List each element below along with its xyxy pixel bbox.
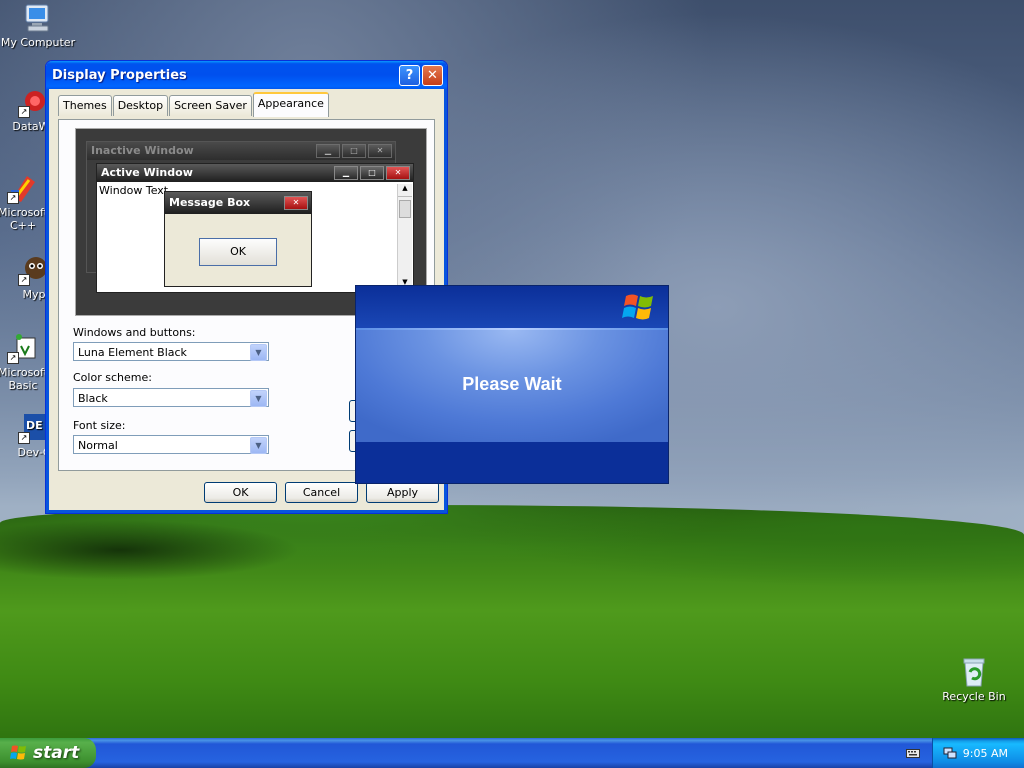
my-computer-icon: [22, 2, 54, 34]
system-tray: 9:05 AM: [932, 738, 1024, 768]
scroll-up-icon: ▲: [398, 184, 412, 197]
color-scheme-value: Black: [78, 392, 108, 405]
color-scheme-select[interactable]: Black ▼: [73, 388, 269, 407]
maximize-icon: □: [342, 144, 366, 158]
windows-and-buttons-label: Windows and buttons:: [73, 326, 196, 339]
chevron-down-icon[interactable]: ▼: [250, 390, 267, 407]
color-scheme-label: Color scheme:: [73, 371, 152, 384]
active-caption-buttons: ▁ □ ✕: [334, 166, 410, 180]
start-label: start: [33, 743, 80, 763]
message-box-title-bar: Message Box ✕: [165, 192, 311, 214]
font-size-label: Font size:: [73, 419, 126, 432]
message-box-title: Message Box: [169, 196, 251, 209]
taskbar: start 9:05 AM: [0, 738, 1024, 768]
chevron-down-icon[interactable]: ▼: [250, 437, 267, 454]
please-wait-dialog: Please Wait: [355, 285, 669, 484]
visual-basic-icon: ↗: [7, 332, 39, 364]
cancel-button[interactable]: Cancel: [285, 482, 358, 503]
windows-flag-icon: [10, 745, 26, 760]
active-title: Active Window: [101, 166, 193, 179]
desktop-icon-recycle-bin[interactable]: Recycle Bin: [936, 656, 1012, 703]
inactive-caption-buttons: ▁ □ ✕: [316, 144, 392, 158]
tab-appearance[interactable]: Appearance: [252, 92, 329, 117]
keyboard-icon[interactable]: [906, 747, 920, 759]
shortcut-arrow-icon: ↗: [18, 432, 30, 444]
close-icon: ✕: [284, 196, 308, 210]
clock[interactable]: 9:05 AM: [963, 747, 1008, 760]
please-wait-footer: [356, 442, 668, 483]
windows-logo-icon: [622, 294, 653, 320]
svg-text:DE: DE: [26, 419, 43, 432]
network-icon[interactable]: [943, 746, 957, 760]
close-icon: ✕: [368, 144, 392, 158]
wallpaper-shadow: [0, 520, 300, 580]
minimize-icon: ▁: [334, 166, 358, 180]
window-titlebar[interactable]: Display Properties: [46, 61, 447, 89]
help-button[interactable]: ?: [399, 65, 420, 86]
minimize-icon: ▁: [316, 144, 340, 158]
font-size-select[interactable]: Normal ▼: [73, 435, 269, 454]
ok-button[interactable]: OK: [204, 482, 277, 503]
message-box-caption-buttons: ✕: [284, 196, 308, 210]
tab-screen-saver[interactable]: Screen Saver: [169, 95, 252, 116]
desktop-icon-label: Recycle Bin: [942, 690, 1006, 703]
tab-desktop[interactable]: Desktop: [112, 95, 169, 116]
window-title: Display Properties: [52, 67, 187, 83]
inactive-title: Inactive Window: [91, 144, 194, 157]
tab-strip: Themes Desktop Screen Saver Appearance: [58, 92, 330, 117]
scroll-thumb: [399, 200, 411, 218]
apply-button[interactable]: Apply: [366, 482, 439, 503]
windows-and-buttons-select[interactable]: Luna Element Black ▼: [73, 342, 269, 361]
please-wait-header: [356, 286, 668, 328]
start-button[interactable]: start: [0, 738, 96, 768]
shortcut-arrow-icon: ↗: [18, 106, 30, 118]
inactive-title-bar: Inactive Window ▁ □ ✕: [87, 142, 395, 160]
maximize-icon: □: [360, 166, 384, 180]
preview-scrollbar: ▲ ▼: [397, 184, 412, 290]
font-size-value: Normal: [78, 439, 118, 452]
desktop-icon-label: My Computer: [0, 36, 76, 49]
shortcut-arrow-icon: ↗: [18, 274, 30, 286]
shortcut-arrow-icon: ↗: [7, 192, 19, 204]
windows-and-buttons-value: Luna Element Black: [78, 346, 187, 359]
visual-cpp-icon: ↗: [7, 172, 39, 204]
close-icon: ✕: [386, 166, 410, 180]
desktop-icon-my-computer[interactable]: My Computer: [0, 2, 76, 49]
recycle-bin-icon: [958, 656, 990, 688]
message-box-ok: OK: [199, 238, 277, 266]
close-button[interactable]: ✕: [422, 65, 443, 86]
tab-themes[interactable]: Themes: [58, 95, 112, 116]
chevron-down-icon[interactable]: ▼: [250, 344, 267, 361]
active-title-bar: Active Window ▁ □ ✕: [97, 164, 413, 182]
shortcut-arrow-icon: ↗: [7, 352, 19, 364]
preview-message-box: Message Box ✕ OK: [164, 191, 312, 287]
window-text: Window Text: [99, 184, 169, 197]
please-wait-message: Please Wait: [462, 374, 562, 394]
